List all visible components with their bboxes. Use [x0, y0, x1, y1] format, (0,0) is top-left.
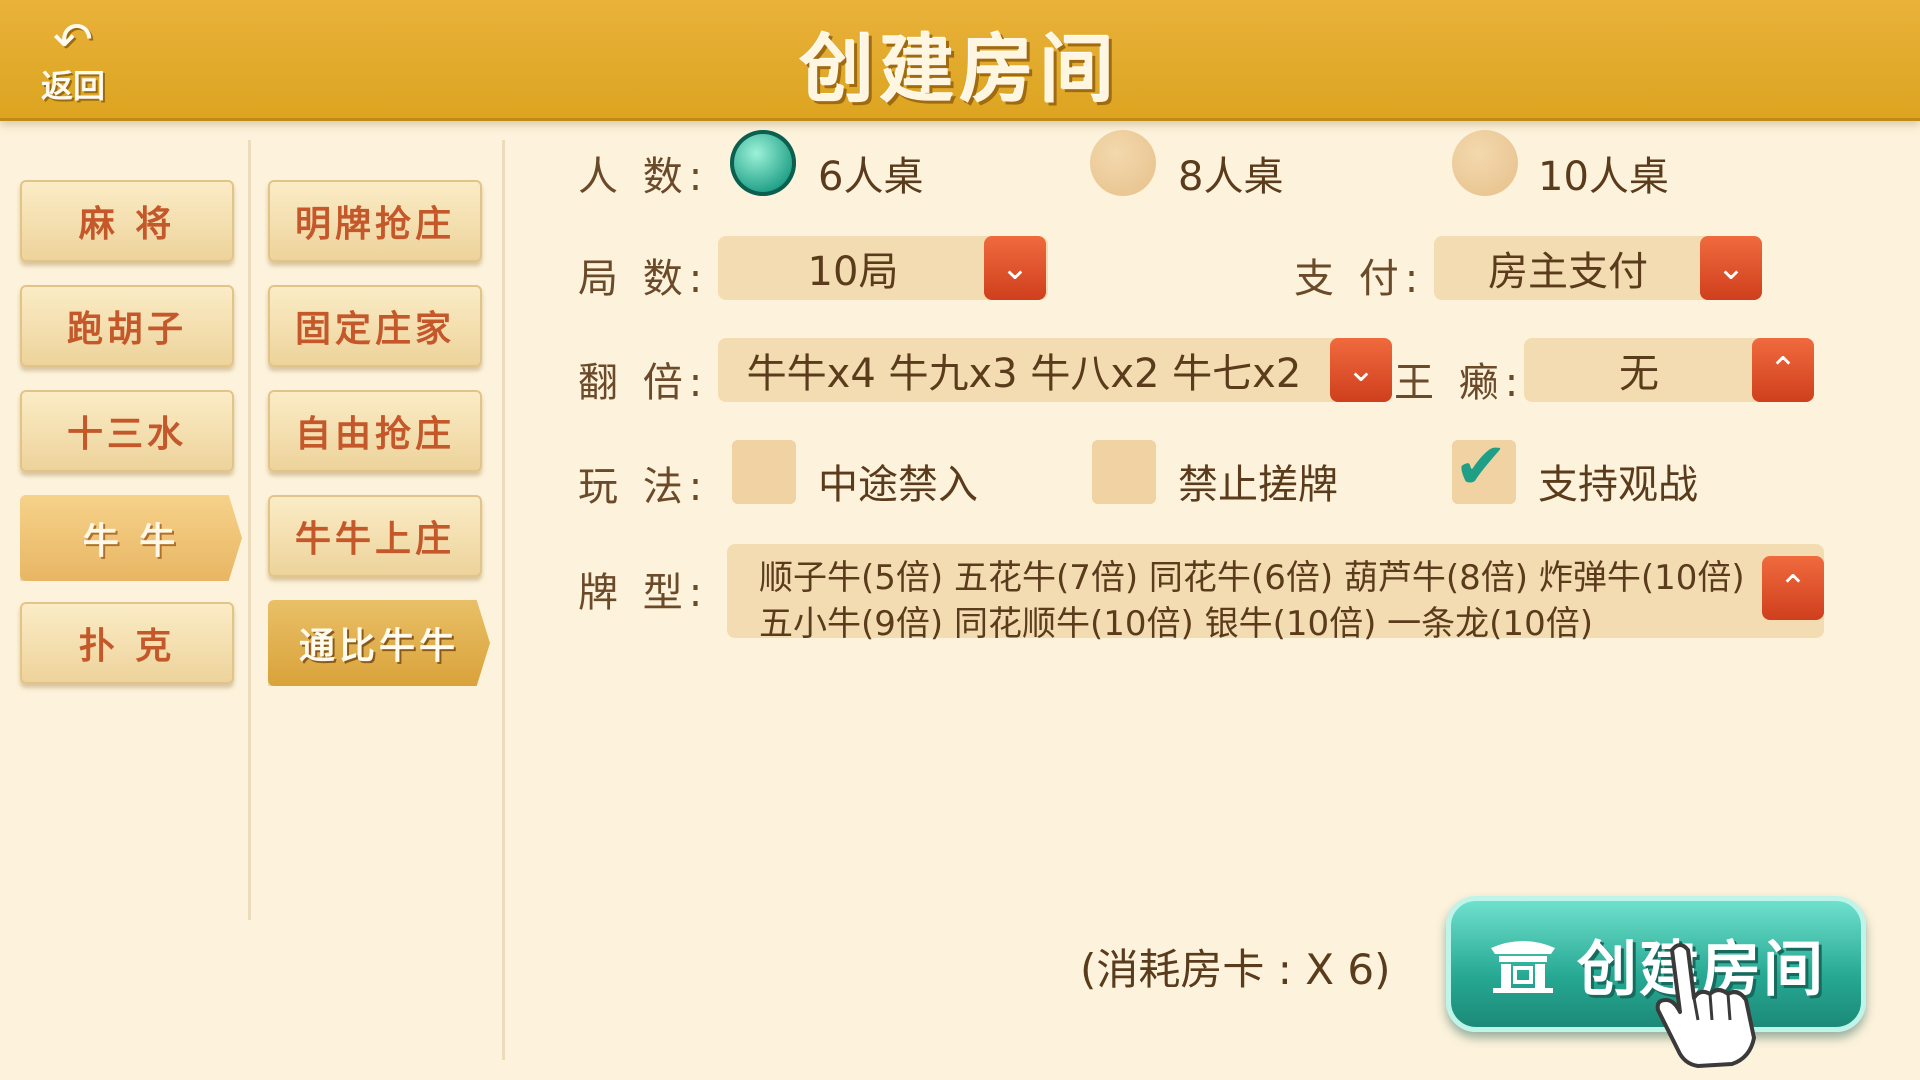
chevron-up-icon[interactable]: ⌃ [1752, 338, 1814, 402]
mode-tongbi-niuniu[interactable]: 通比牛牛 [268, 600, 490, 686]
wild-value: 无 [1619, 351, 1659, 397]
wild-label: 王 癞: [1394, 360, 1525, 406]
page-title: 创建房间 [800, 27, 1120, 113]
room-card-cost: (消耗房卡 : X 6) [1080, 945, 1391, 994]
category-paohuzi[interactable]: 跑胡子 [20, 285, 234, 367]
card-types-label: 牌 型: [578, 570, 709, 616]
rounds-value: 10局 [807, 249, 899, 295]
multiplier-label: 翻 倍: [578, 360, 709, 406]
payment-label: 支 付: [1294, 256, 1425, 302]
rounds-label: 局 数: [578, 256, 709, 302]
top-bar: ↶ 返回 创建房间 [0, 0, 1920, 121]
payment-value: 房主支付 [1488, 249, 1648, 295]
multiplier-value: 牛牛x4 牛九x3 牛八x2 牛七x2 [746, 351, 1302, 397]
chevron-down-icon[interactable]: ⌄ [984, 236, 1046, 300]
gate-icon [1491, 941, 1555, 993]
column-divider-1 [248, 140, 251, 920]
card-types-line-2: 五小牛(9倍) 同花顺牛(10倍) 银牛(10倍) 一条龙(10倍) [759, 604, 1593, 644]
rules-label: 玩 法: [578, 464, 709, 510]
chevron-up-icon[interactable]: ⌃ [1762, 556, 1824, 620]
category-niuniu[interactable]: 牛 牛 [20, 495, 242, 581]
players-6-radio[interactable] [730, 130, 796, 196]
mode-mingpai-qiangzhuang[interactable]: 明牌抢庄 [268, 180, 482, 262]
players-10-radio[interactable] [1452, 130, 1518, 196]
category-poker[interactable]: 扑 克 [20, 602, 234, 684]
mode-niuniu-shangzhuang[interactable]: 牛牛上庄 [268, 495, 482, 577]
category-shisanshui[interactable]: 十三水 [20, 390, 234, 472]
card-types-line-1: 顺子牛(5倍) 五花牛(7倍) 同花牛(6倍) 葫芦牛(8倍) 炸弹牛(10倍) [759, 558, 1745, 598]
rule-no-squeeze-text: 禁止搓牌 [1178, 462, 1338, 508]
mode-ziyou-qiangzhuang[interactable]: 自由抢庄 [268, 390, 482, 472]
players-8-radio[interactable] [1090, 130, 1156, 196]
players-6-text: 6人桌 [818, 154, 924, 200]
rule-spectate-text: 支持观战 [1538, 462, 1698, 508]
mode-guding-zhuangjia[interactable]: 固定庄家 [268, 285, 482, 367]
rule-no-join-checkbox[interactable] [732, 440, 796, 504]
check-icon: ✔ [1454, 430, 1508, 504]
multiplier-select[interactable]: 牛牛x4 牛九x3 牛八x2 牛七x2 [718, 338, 1390, 402]
pointing-hand-icon [1655, 943, 1756, 1068]
players-label: 人 数: [578, 154, 709, 200]
rule-spectate-checkbox[interactable]: ✔ [1452, 430, 1516, 504]
rule-no-join-text: 中途禁入 [818, 462, 978, 508]
chevron-down-icon[interactable]: ⌄ [1700, 236, 1762, 300]
rule-no-squeeze-checkbox[interactable] [1092, 440, 1156, 504]
category-mahjong[interactable]: 麻 将 [20, 180, 234, 262]
players-10-text: 10人桌 [1538, 154, 1669, 200]
card-types-box[interactable]: 顺子牛(5倍) 五花牛(7倍) 同花牛(6倍) 葫芦牛(8倍) 炸弹牛(10倍)… [727, 544, 1824, 644]
players-8-text: 8人桌 [1178, 154, 1284, 200]
column-divider-2 [502, 140, 505, 1060]
chevron-down-icon[interactable]: ⌄ [1330, 338, 1392, 402]
